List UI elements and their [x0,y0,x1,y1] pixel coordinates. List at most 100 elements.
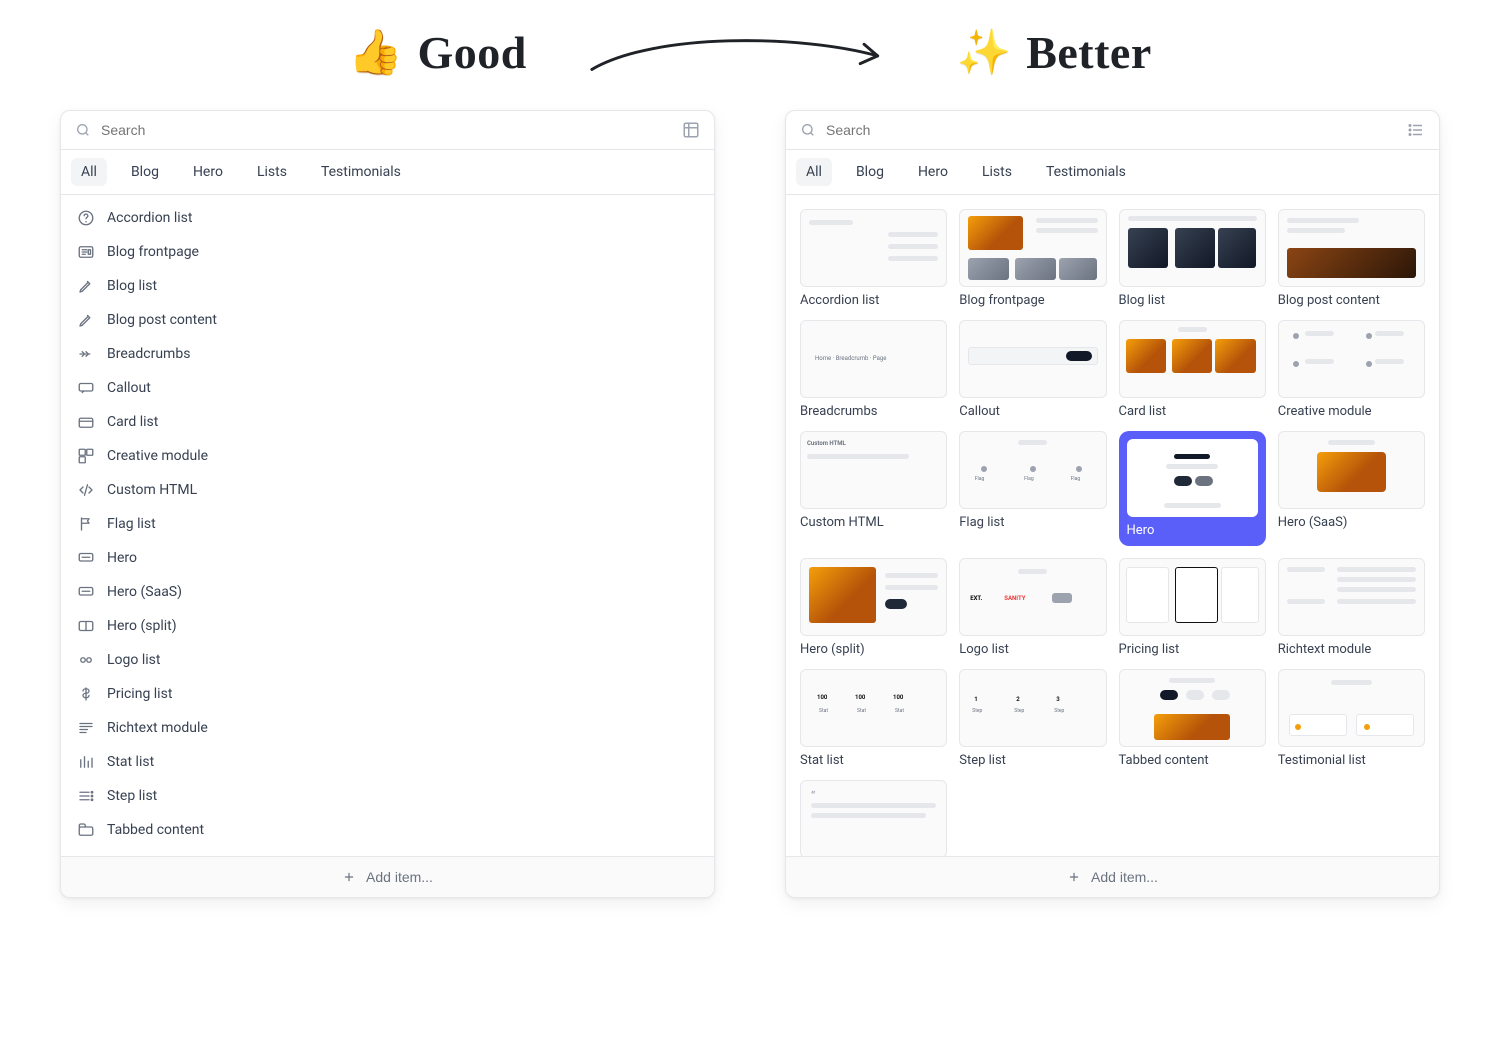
tab-testimonials[interactable]: Testimonials [1036,158,1136,186]
grid-card-callout[interactable]: Callout [959,320,1106,419]
list-item-label: Logo list [107,652,160,668]
search-icon [800,122,816,138]
tab-hero[interactable]: Hero [908,158,958,186]
list-item[interactable]: Logo list [71,643,704,677]
list-item[interactable]: Blog post content [71,303,704,337]
list-item-label: Card list [107,414,158,430]
list-item[interactable]: Creative module [71,439,704,473]
thumbnail: 1Step2Step3Step [959,669,1106,747]
view-toggle[interactable] [1407,121,1425,139]
list-item[interactable]: Blog frontpage [71,235,704,269]
list-item-label: Stat list [107,754,154,770]
tab-all[interactable]: All [796,158,832,186]
grid-card-label: Breadcrumbs [800,404,947,419]
tab-testimonials[interactable]: Testimonials [311,158,411,186]
grid-card-accordion[interactable]: Accordion list [800,209,947,308]
grid-card-label: Callout [959,404,1106,419]
list-item[interactable]: Callout [71,371,704,405]
search-input[interactable] [99,121,674,139]
list-item[interactable]: Breadcrumbs [71,337,704,371]
list-item[interactable]: Card list [71,405,704,439]
modules-icon [77,447,95,465]
search-input[interactable] [824,121,1399,139]
thumbnail: “ [800,780,947,858]
grid-card-blog-list[interactable]: Blog list [1119,209,1266,308]
list-item[interactable]: Blog list [71,269,704,303]
grid-card-blog-post[interactable]: Blog post content [1278,209,1425,308]
grid-card-label: Tabbed content [1119,753,1266,768]
tab-lists[interactable]: Lists [972,158,1022,186]
add-item-label: Add item... [1091,869,1158,885]
thumbnail: FlagFlagFlag [959,431,1106,509]
grid-card-label: Hero [1127,523,1258,538]
grid-card-tabbed[interactable]: Tabbed content [1119,669,1266,768]
thumbnail [1119,558,1266,636]
grid: Accordion list Blog frontpageBlog listBlo… [786,195,1439,872]
grid-card-label: Step list [959,753,1106,768]
grid-card-logo-list[interactable]: EXT.SANITY Logo list [959,558,1106,657]
view-toggle[interactable] [682,121,700,139]
add-item-button[interactable]: Add item... [786,857,1439,897]
grid-card-stat-list[interactable]: 100Stat100Stat100StatStat list [800,669,947,768]
list-item[interactable]: Richtext module [71,711,704,745]
thumbnail [800,209,947,287]
cards-icon [77,413,95,431]
grid-card-hero-split[interactable]: Hero (split) [800,558,947,657]
tab-hero[interactable]: Hero [183,158,233,186]
list-item-label: Blog post content [107,312,217,328]
grid-card-label: Logo list [959,642,1106,657]
list-item[interactable]: Stat list [71,745,704,779]
list-item[interactable]: Step list [71,779,704,813]
grid-card-pricing[interactable]: Pricing list [1119,558,1266,657]
grid-card-label: Hero (SaaS) [1278,515,1425,530]
grid-card-breadcrumbs[interactable]: Home · Breadcrumb · PageBreadcrumbs [800,320,947,419]
grid-card-step-list[interactable]: 1Step2Step3Step Step list [959,669,1106,768]
tab-blog[interactable]: Blog [846,158,894,186]
list-item[interactable]: Tabbed content [71,813,704,847]
tab-blog[interactable]: Blog [121,158,169,186]
thumbnail [959,320,1106,398]
tabs-icon [77,821,95,839]
list-item[interactable]: Flag list [71,507,704,541]
grid-card-quote-extra[interactable]: “ [800,780,947,858]
add-item-label: Add item... [366,869,433,885]
tab-lists[interactable]: Lists [247,158,297,186]
list-item[interactable]: Hero [71,541,704,575]
list-item[interactable]: Accordion list [71,201,704,235]
headline: 👍 Good ✨ Better [0,0,1500,82]
list-item[interactable]: Hero (split) [71,609,704,643]
grid-card-label: Richtext module [1278,642,1425,657]
dollar-icon [77,685,95,703]
grid-card-creative[interactable]: Creative module [1278,320,1425,419]
grid-card-label: Testimonial list [1278,753,1425,768]
grid-card-label: Card list [1119,404,1266,419]
grid-card-label: Accordion list [800,293,947,308]
search-icon [75,122,91,138]
headline-better: ✨ Better [957,26,1152,79]
grid-card-card-list[interactable]: Card list [1119,320,1266,419]
logo-icon [77,651,95,669]
thumbnail [1119,209,1266,287]
tab-all[interactable]: All [71,158,107,186]
add-item-button[interactable]: Add item... [61,857,714,897]
list-item[interactable]: Pricing list [71,677,704,711]
grid-card-hero[interactable]: Hero [1119,431,1266,546]
question-icon [77,209,95,227]
pencil-icon [77,277,95,295]
thumbnail [959,209,1106,287]
plus-icon [342,870,356,884]
thumbnail [1127,439,1258,517]
breadcrumb-icon [77,345,95,363]
thumbnail [1278,209,1425,287]
list-item[interactable]: Custom HTML [71,473,704,507]
grid-card-hero-saas[interactable]: Hero (SaaS) [1278,431,1425,546]
list-item-label: Creative module [107,448,208,464]
thumbnail: EXT.SANITY [959,558,1106,636]
grid-card-testimonial[interactable]: Testimonial list [1278,669,1425,768]
grid-card-custom-html[interactable]: Custom HTMLCustom HTML [800,431,947,546]
plus-icon [1067,870,1081,884]
grid-card-flag-list[interactable]: FlagFlagFlagFlag list [959,431,1106,546]
grid-card-blog-front[interactable]: Blog frontpage [959,209,1106,308]
grid-card-richtext[interactable]: Richtext module [1278,558,1425,657]
list-item[interactable]: Hero (SaaS) [71,575,704,609]
